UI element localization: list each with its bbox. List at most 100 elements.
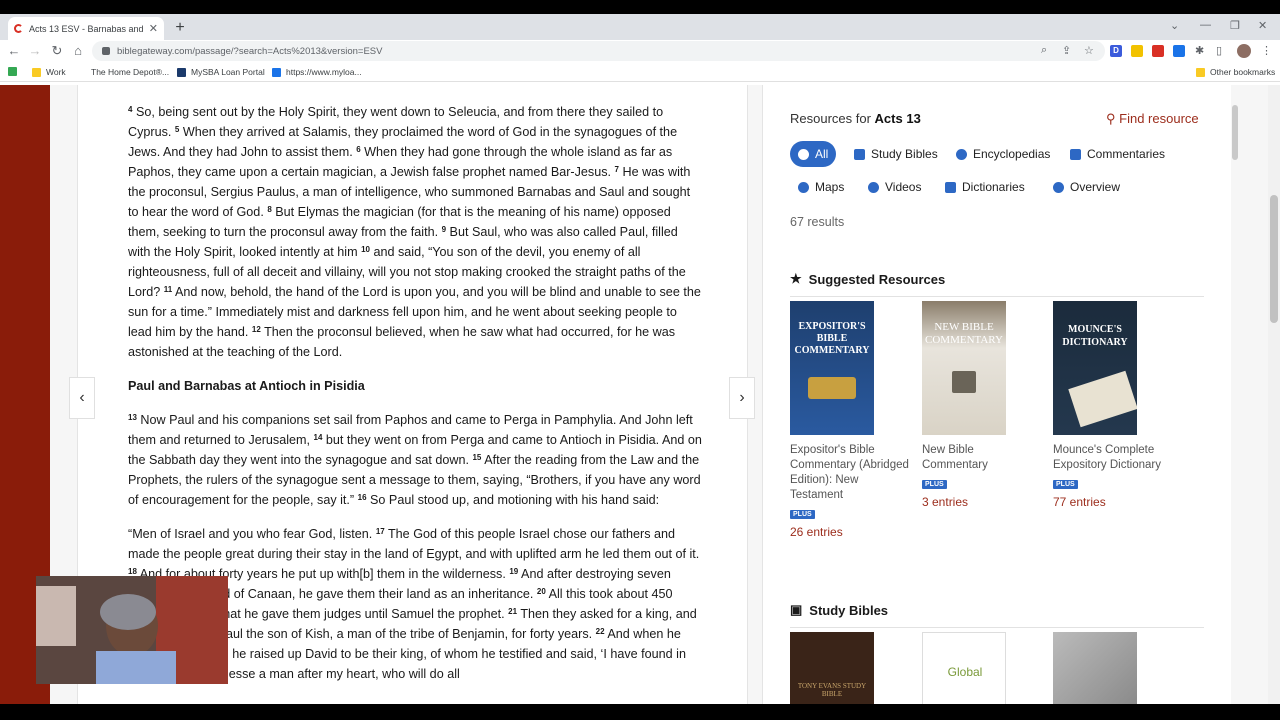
folder-icon (32, 67, 41, 77)
entries-link[interactable]: 3 entries (922, 495, 1042, 509)
page-scrollbar[interactable] (1268, 85, 1280, 704)
entries-link[interactable]: 26 entries (790, 525, 910, 539)
entries-link[interactable]: 77 entries (1053, 495, 1173, 509)
plus-badge: PLUS (790, 510, 815, 519)
home-icon[interactable]: ⌂ (70, 43, 86, 59)
close-tab-icon[interactable]: ✕ (149, 22, 158, 35)
minimize-icon[interactable]: — (1200, 19, 1211, 31)
extension-note-icon[interactable] (1131, 45, 1143, 57)
verse-number: 17 (375, 527, 385, 536)
tab-search-icon[interactable]: ⌄ (1170, 19, 1179, 32)
compass-icon (1053, 181, 1064, 193)
bookmark-myloa[interactable]: https://www.myloa... (272, 67, 362, 77)
section-heading: Paul and Barnabas at Antioch in Pisidia (128, 379, 365, 393)
extension-pdf-icon[interactable] (1152, 45, 1164, 57)
plus-badge: PLUS (922, 480, 947, 489)
filter-overview[interactable]: Overview (1045, 174, 1128, 200)
bookmark-mysba[interactable]: MySBA Loan Portal (177, 67, 265, 77)
plus-badge: PLUS (1053, 480, 1078, 489)
restore-icon[interactable]: ❐ (1230, 19, 1240, 32)
url-text: biblegateway.com/passage/?search=Acts%20… (117, 45, 383, 57)
extension-grid-icon[interactable] (1173, 45, 1185, 57)
apps-icon[interactable] (8, 67, 22, 76)
dictionary-icon (945, 181, 956, 193)
verse-number: 19 (509, 567, 519, 576)
verse-number: 10 (361, 245, 370, 254)
webcam-overlay (36, 576, 228, 684)
filter-maps[interactable]: Maps (790, 174, 852, 200)
folder-icon (1196, 67, 1205, 77)
share-icon[interactable]: ⇪ (1062, 44, 1071, 57)
previous-chapter-button[interactable]: ‹ (69, 377, 95, 419)
link-icon (272, 67, 281, 77)
menu-kebab-icon[interactable]: ⋮ (1261, 44, 1272, 57)
loading-icon (14, 24, 23, 33)
bookmark-home-depot[interactable]: The Home Depot®... (91, 67, 169, 77)
book-image (1068, 370, 1137, 428)
scrollbar-thumb[interactable] (1270, 195, 1278, 323)
verse-number: 11 (163, 285, 173, 294)
paragraph-2: 13 Now Paul and his companions set sail … (128, 410, 703, 510)
book-title[interactable]: New Bible Commentary (922, 443, 1042, 473)
study-bible-cover[interactable] (1053, 632, 1137, 704)
filter-study-bibles[interactable]: Study Bibles (846, 141, 946, 167)
sba-icon (177, 67, 186, 77)
resource-card[interactable]: MOUNCE'S DICTIONARY Mounce's Complete Ex… (1053, 301, 1173, 509)
toolbar: ← → ↻ ⌂ biblegateway.com/passage/?search… (0, 40, 1280, 62)
profile-avatar[interactable] (1237, 44, 1251, 58)
filter-encyclopedias[interactable]: Encyclopedias (948, 141, 1058, 167)
next-chapter-button[interactable]: › (729, 377, 755, 419)
scrollbar-thumb[interactable] (1232, 105, 1238, 160)
other-bookmarks[interactable]: Other bookmarks (1196, 67, 1275, 77)
verse-number: 21 (508, 607, 518, 616)
search-icon: ⚲ (1106, 111, 1116, 126)
filter-dictionaries[interactable]: Dictionaries (937, 174, 1033, 200)
forward-icon[interactable]: → (27, 43, 43, 59)
resources-panel: Resources for Acts 13 ⚲ Find resource Al… (762, 85, 1231, 704)
tab-acts-13[interactable]: Acts 13 ESV - Barnabas and Saul ✕ (8, 17, 164, 40)
play-icon (868, 181, 879, 193)
book-title[interactable]: Expositor's Bible Commentary (Abridged E… (790, 443, 910, 503)
close-window-icon[interactable]: ✕ (1258, 19, 1267, 32)
back-icon[interactable]: ← (6, 43, 22, 59)
book-title[interactable]: Mounce's Complete Expository Dictionary (1053, 443, 1173, 473)
results-count: 67 results (790, 215, 845, 229)
reload-icon[interactable]: ↻ (49, 43, 65, 59)
lock-icon (102, 47, 110, 55)
find-resource-link[interactable]: ⚲ Find resource (1106, 111, 1199, 127)
bookmark-work[interactable]: Work (32, 67, 66, 77)
bookmark-star-icon[interactable]: ☆ (1084, 44, 1094, 57)
study-bibles-heading: ▣ Study Bibles (790, 602, 889, 618)
zoom-icon[interactable]: ⌕ (1041, 44, 1047, 57)
verse-number: 13 (128, 413, 137, 422)
resource-card[interactable]: EXPOSITOR'S BIBLE COMMENTARY Expositor's… (790, 301, 910, 539)
extension-d-icon[interactable]: D (1110, 45, 1122, 57)
study-bible-cover[interactable]: TONY EVANS STUDY BIBLE (790, 632, 874, 704)
book-cover[interactable]: MOUNCE'S DICTIONARY (1053, 301, 1137, 435)
extensions-puzzle-icon[interactable]: ✱ (1195, 44, 1204, 57)
new-tab-button[interactable]: + (171, 20, 189, 38)
bible-icon (854, 148, 865, 160)
verse-number: 18 (128, 567, 137, 576)
suggested-resources-heading: ★ Suggested Resources (790, 271, 946, 287)
verse-number: 20 (536, 587, 546, 596)
star-icon: ★ (790, 271, 802, 286)
filter-commentaries[interactable]: Commentaries (1062, 141, 1173, 167)
tab-title: Acts 13 ESV - Barnabas and Saul (29, 23, 145, 34)
address-bar[interactable]: biblegateway.com/passage/?search=Acts%20… (92, 41, 1105, 61)
study-bible-cover[interactable]: Global (922, 632, 1006, 704)
filter-all[interactable]: All (790, 141, 837, 167)
book-cover[interactable]: NEW BIBLE COMMENTARY (922, 301, 1006, 435)
verse-number: 16 (357, 493, 367, 502)
bible-icon: ▣ (790, 602, 803, 617)
check-icon (798, 148, 809, 160)
verse-text: “Men of Israel and you who fear God, lis… (128, 527, 376, 541)
map-icon (798, 181, 809, 193)
comment-icon (1070, 148, 1081, 160)
book-cover[interactable]: EXPOSITOR'S BIBLE COMMENTARY (790, 301, 874, 435)
resource-card[interactable]: NEW BIBLE COMMENTARY New Bible Commentar… (922, 301, 1042, 509)
filter-videos[interactable]: Videos (860, 174, 929, 200)
resources-scrollbar[interactable] (1231, 95, 1239, 704)
side-panel-icon[interactable]: ▯ (1216, 44, 1222, 57)
divider (790, 627, 1204, 628)
